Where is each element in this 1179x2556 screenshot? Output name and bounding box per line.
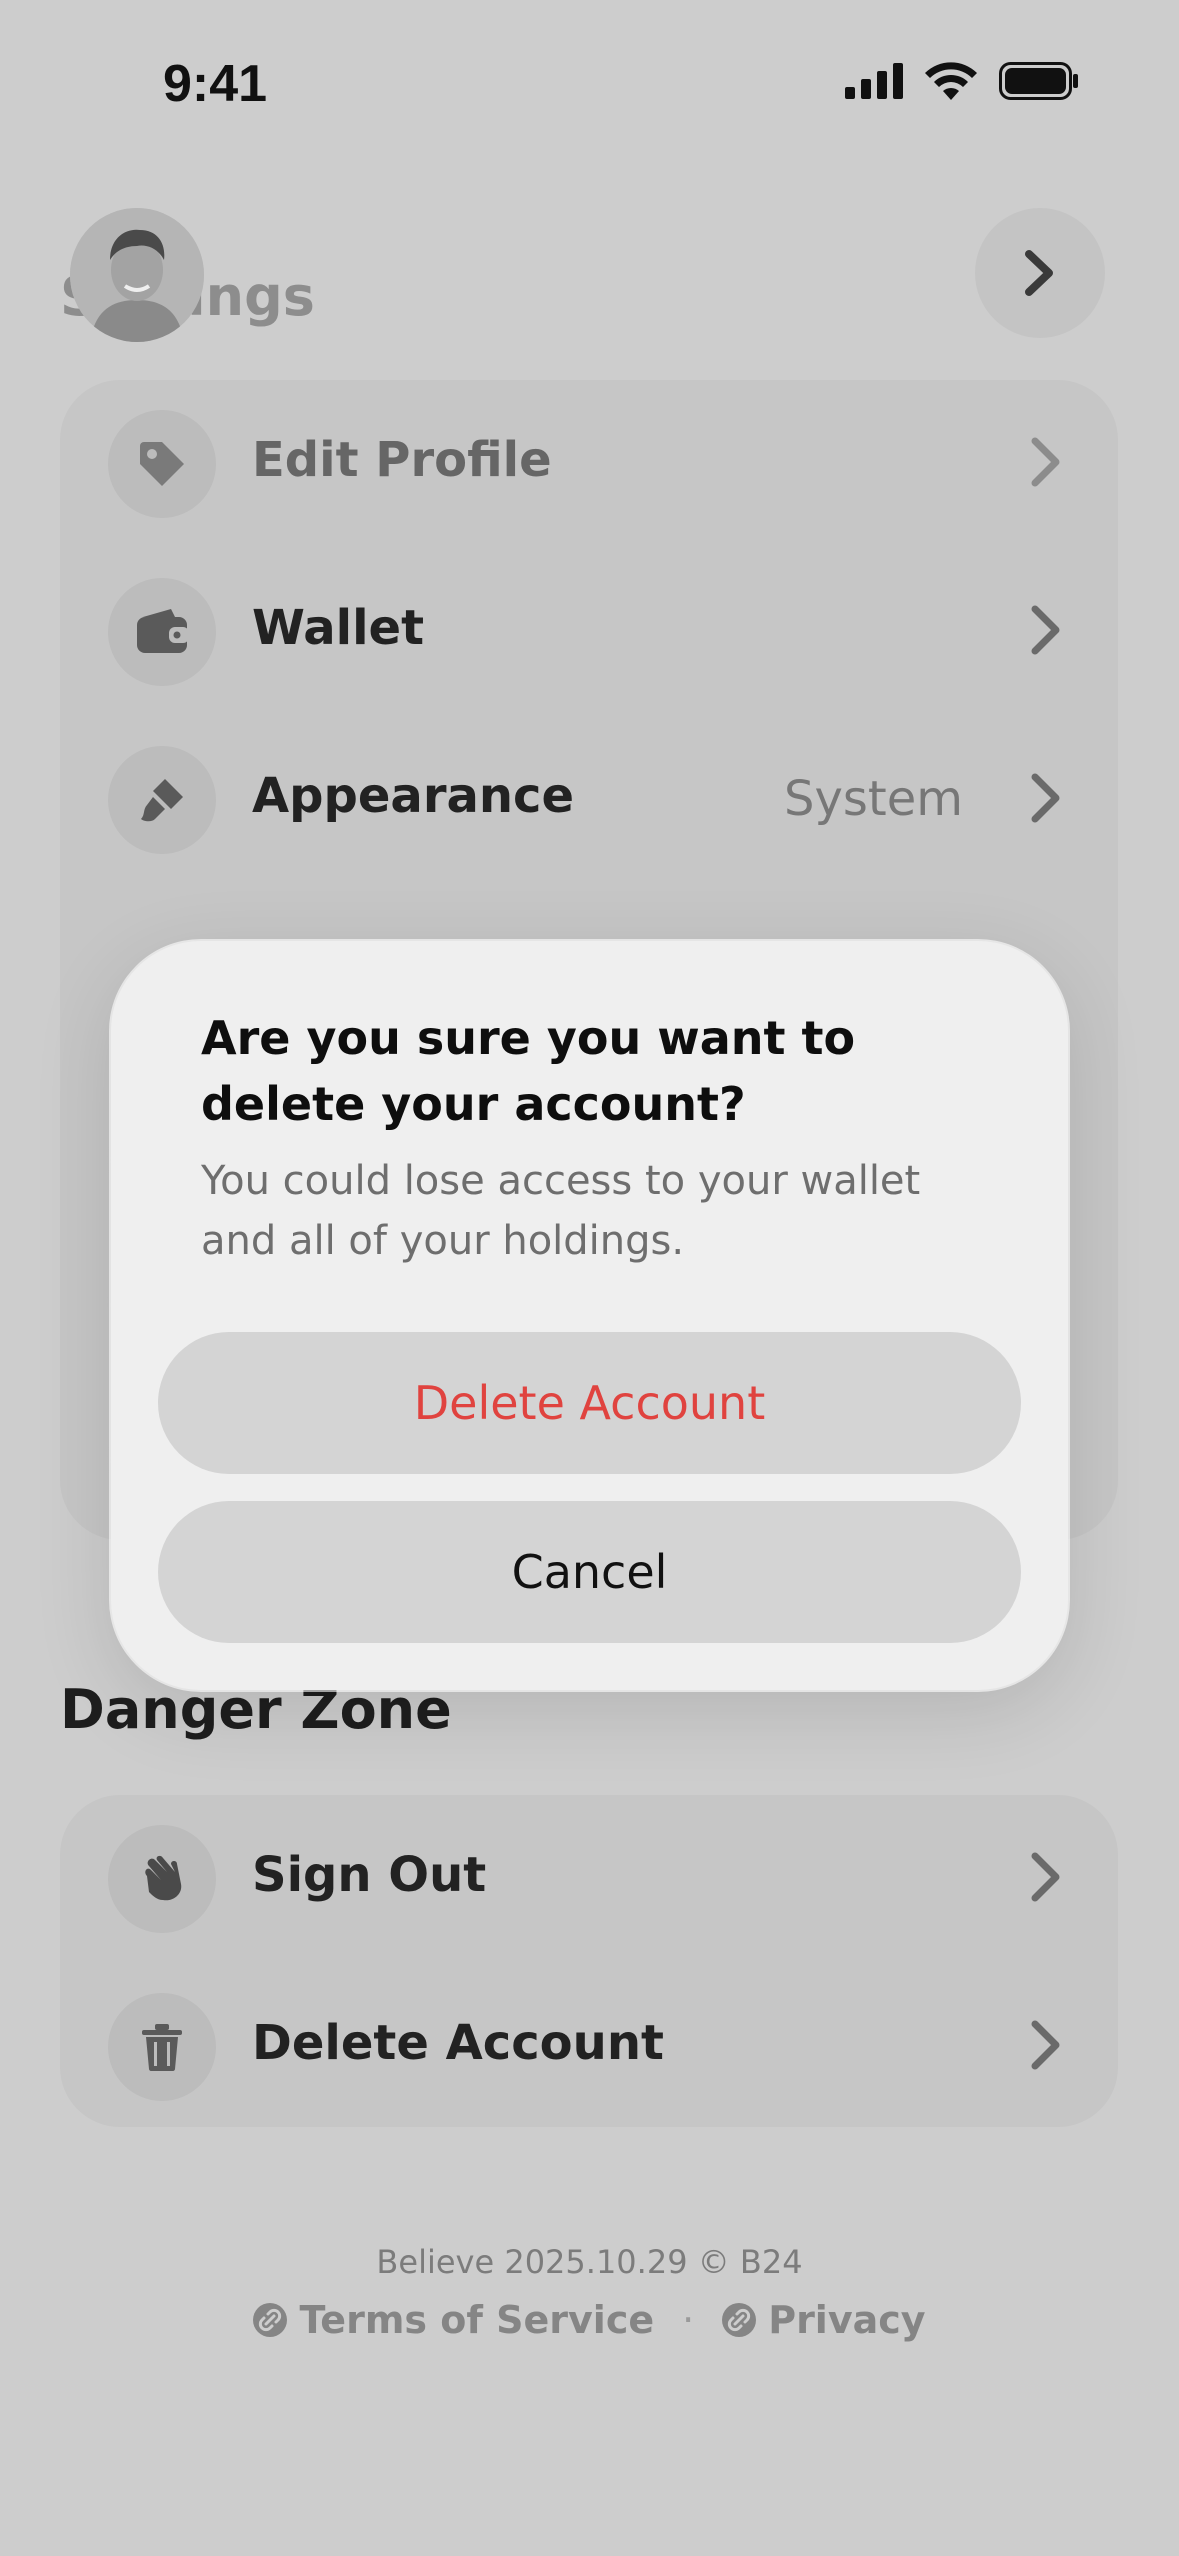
dialog-message: You could lose access to your wallet and… — [201, 1158, 921, 1264]
chevron-right-icon — [1031, 1852, 1060, 1902]
settings-row-sign-out[interactable]: Sign Out — [60, 1795, 1118, 1963]
status-time: 9:41 — [163, 55, 268, 113]
settings-row-appearance[interactable]: Appearance System — [60, 716, 1118, 884]
status-icons — [845, 62, 1079, 100]
privacy-link-label: Privacy — [768, 2298, 926, 2342]
cellular-signal-icon — [845, 63, 903, 99]
header: Settings — [0, 200, 1179, 350]
tag-icon — [108, 410, 216, 518]
danger-zone-card: Sign Out Delete Account — [60, 1795, 1118, 2127]
trash-icon — [108, 1993, 216, 2101]
row-label: Sign Out — [252, 1847, 487, 1903]
cancel-button[interactable]: Cancel — [158, 1501, 1021, 1643]
row-label: Wallet — [252, 600, 425, 656]
status-bar: 9:41 — [0, 0, 1179, 170]
footer-version: Believe 2025.10.29 © B24 — [376, 2243, 803, 2281]
row-label: Appearance — [252, 768, 575, 824]
delete-account-dialog: Are you sure you want to delete your acc… — [111, 941, 1068, 1690]
dialog-title: Are you sure you want to delete your acc… — [201, 1011, 856, 1131]
avatar-photo — [70, 208, 204, 342]
chevron-right-icon — [1025, 250, 1053, 296]
battery-icon — [999, 62, 1078, 100]
row-label: Delete Account — [252, 2015, 664, 2071]
chevron-right-icon — [1031, 437, 1060, 487]
wallet-icon — [108, 578, 216, 686]
row-label: Edit Profile — [252, 432, 552, 488]
header-next-button[interactable] — [975, 208, 1105, 338]
footer-links: Terms of Service · Privacy — [0, 2298, 1179, 2342]
settings-row-wallet[interactable]: Wallet — [60, 548, 1118, 716]
waving-hand-icon — [108, 1825, 216, 1933]
chevron-right-icon — [1031, 605, 1060, 655]
privacy-link[interactable]: Privacy — [722, 2298, 926, 2342]
settings-row-edit-profile[interactable]: Edit Profile — [60, 380, 1118, 548]
footer-separator: · — [682, 2298, 695, 2342]
confirm-delete-account-button[interactable]: Delete Account — [158, 1332, 1021, 1474]
chevron-right-icon — [1031, 773, 1060, 823]
paintbrush-icon — [108, 746, 216, 854]
terms-link-label: Terms of Service — [299, 2298, 655, 2342]
link-icon — [253, 2303, 288, 2337]
row-value: System — [784, 771, 963, 827]
chevron-right-icon — [1031, 2020, 1060, 2070]
wifi-icon — [925, 62, 977, 100]
avatar[interactable] — [70, 208, 204, 342]
terms-of-service-link[interactable]: Terms of Service — [253, 2298, 654, 2342]
settings-row-delete-account[interactable]: Delete Account — [60, 1963, 1118, 2131]
link-icon — [722, 2303, 757, 2337]
